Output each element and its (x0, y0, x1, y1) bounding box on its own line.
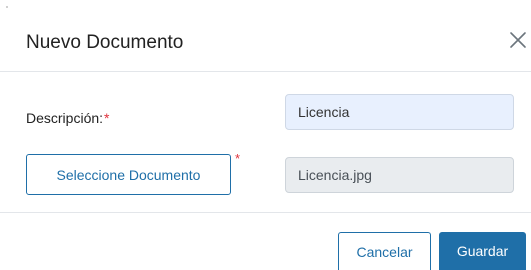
footer-divider (0, 212, 531, 213)
cancel-button[interactable]: Cancelar (338, 232, 431, 270)
new-document-modal: Nuevo Documento Descripción:* Seleccione… (0, 0, 531, 270)
file-name-field[interactable] (285, 157, 514, 193)
description-label: Descripción:* (26, 108, 109, 128)
select-document-button[interactable]: Seleccione Documento (26, 154, 231, 195)
modal-title: Nuevo Documento (26, 32, 184, 53)
description-input[interactable] (285, 94, 514, 130)
close-button[interactable] (508, 30, 528, 50)
required-marker-document: * (235, 151, 241, 166)
close-icon (510, 32, 526, 48)
description-label-text: Descripción: (26, 110, 104, 126)
required-marker: * (104, 110, 110, 126)
save-button[interactable]: Guardar (439, 232, 526, 270)
modal-header: Nuevo Documento (0, 0, 531, 72)
